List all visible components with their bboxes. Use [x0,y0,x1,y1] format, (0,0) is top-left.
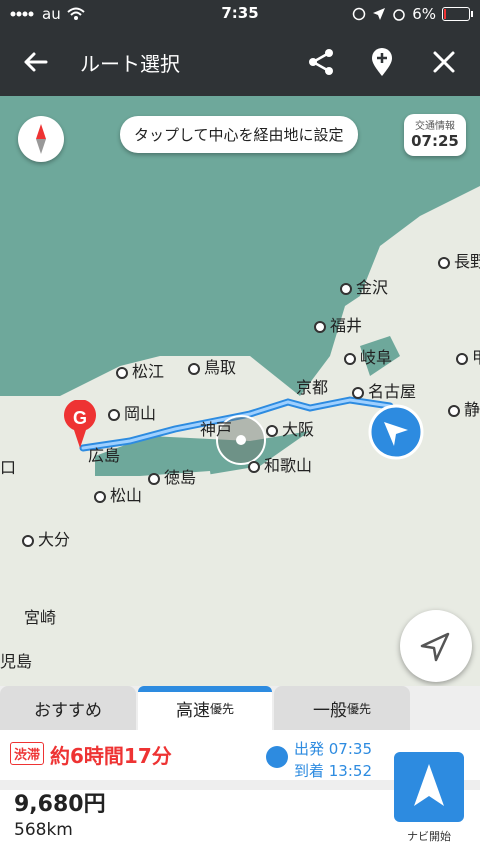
toll-fare: 9,680円 [14,792,106,817]
traffic-info-button[interactable]: 交通情報 07:25 [404,114,466,156]
tab-label: おすすめ [34,700,102,721]
tab-suffix: 優先 [346,701,371,716]
battery-percent: 6% [412,5,436,23]
waypoint-tip[interactable]: タップして中心を経由地に設定 [120,116,358,153]
route-map[interactable]: 長野 金沢 福井 岐阜 甲 松江 鳥取 京都 名古屋 静 岡山 神戸 大阪 広島… [0,96,480,686]
arrive-time: 到着 13:52 [294,762,372,780]
status-bar: au 7:35 6% [0,0,480,28]
city-label: 和歌山 [248,452,312,476]
navigation-arrow-icon [420,632,450,662]
status-right: 6% [352,5,473,23]
app-bar: ルート選択 [0,28,480,96]
start-navigation-label: ナビ開始 [407,830,451,843]
city-label: 神戸 [200,420,233,439]
city-label: 甲 [456,344,480,368]
depart-arrive-times: 出発 07:35 到着 13:52 [294,738,372,782]
city-label: 岡山 [108,400,156,424]
close-icon[interactable] [428,46,460,78]
current-location-icon[interactable] [368,404,424,460]
tab-recommended[interactable]: おすすめ [0,686,136,730]
city-label: 松山 [94,482,142,506]
tab-selected-indicator [138,686,272,692]
goal-pin-icon[interactable]: G [60,400,100,450]
rotation-lock-icon [352,7,366,21]
tab-suffix: 優先 [209,701,234,716]
back-arrow-icon[interactable] [20,46,52,78]
traffic-jam-badge: 渋滞 [10,742,45,765]
goal-marker-text: G [73,408,87,428]
city-label: 京都 [296,378,329,397]
city-label: 金沢 [340,274,388,298]
city-label: 松江 [116,358,164,382]
city-label: 鳥取 [188,354,236,378]
compass-icon [36,124,46,154]
navigation-start-icon [414,764,444,806]
recenter-button[interactable] [400,610,472,682]
route-summary: 渋滞 約6時間17分 出発 07:35 到着 13:52 9,680円 568k… [0,730,480,854]
tab-label: 高速 [175,700,210,721]
city-label: 児島 [0,652,33,671]
city-label: 宮崎 [24,608,57,627]
start-navigation-button[interactable] [394,752,464,822]
tab-general-road[interactable]: 一般 優先 [274,686,410,730]
battery-icon [442,7,473,21]
alarm-icon [393,9,405,21]
page-title: ルート選択 [80,52,180,76]
route-tabs: おすすめ 高速 優先 一般 優先 [0,686,480,730]
city-label: 大阪 [266,416,314,440]
city-label: 名古屋 [352,378,416,402]
city-label: 福井 [314,312,362,336]
share-icon[interactable] [305,46,337,78]
clock-icon [266,746,288,768]
city-label: 岐阜 [344,344,392,368]
traffic-info-label: 交通情報 [415,121,455,132]
city-label: 静 [448,396,480,420]
city-label: 口 [0,458,17,477]
compass-button[interactable] [18,116,64,162]
city-label: 大分 [22,526,70,550]
battery-fill [444,9,446,19]
route-duration: 約6時間17分 [50,744,172,768]
add-waypoint-icon[interactable] [366,46,398,78]
traffic-info-time: 07:25 [411,132,459,150]
city-label: 徳島 [148,464,196,488]
city-label: 長野 [438,248,480,272]
route-distance: 568km [14,820,73,840]
depart-time: 出発 07:35 [294,740,372,758]
tab-highway[interactable]: 高速 優先 [138,686,272,730]
tab-label: 一般 [312,700,347,721]
location-arrow-icon [373,8,386,20]
